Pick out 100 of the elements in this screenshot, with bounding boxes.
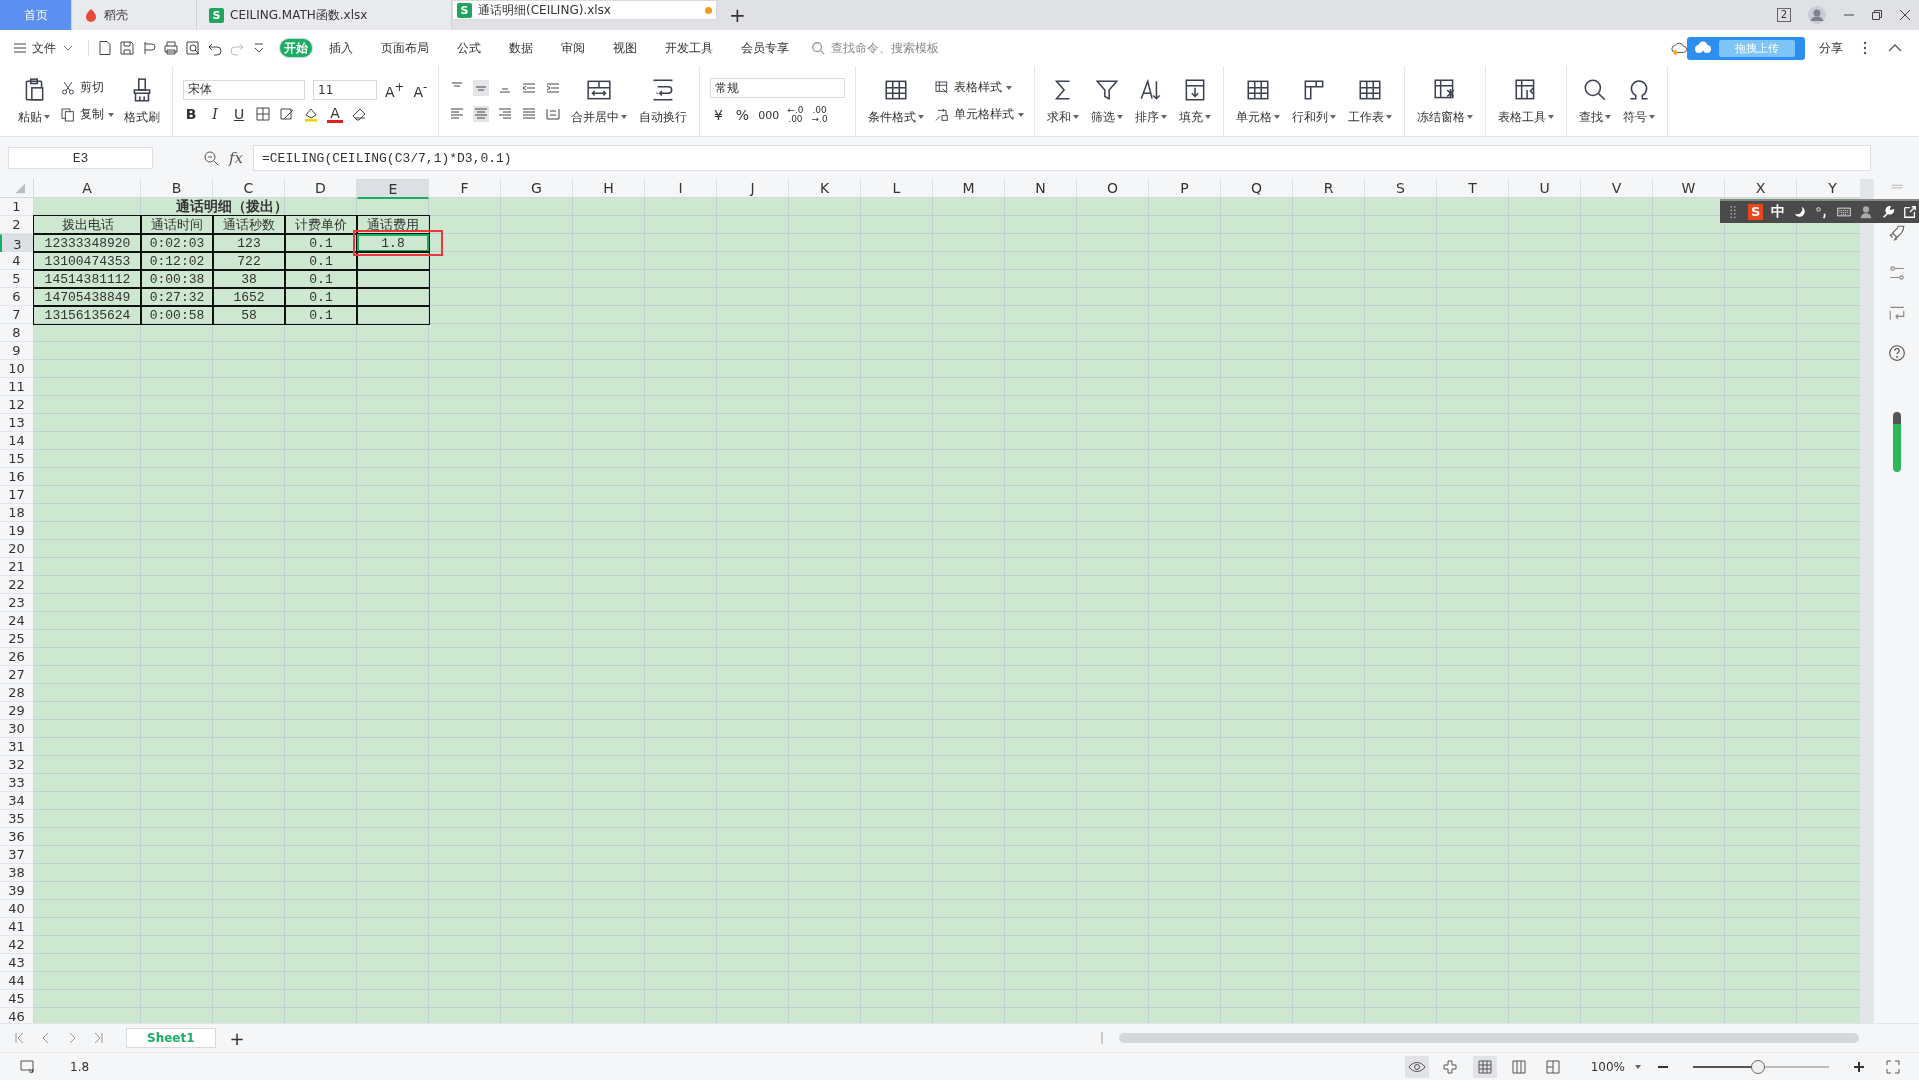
row-header[interactable]: 28 xyxy=(0,684,34,702)
row-header[interactable]: 16 xyxy=(0,468,34,486)
column-header[interactable]: S xyxy=(1365,179,1437,198)
row-header[interactable]: 2 xyxy=(0,216,34,234)
row-header[interactable]: 8 xyxy=(0,324,34,342)
column-header[interactable]: E xyxy=(357,179,429,199)
column-header[interactable]: L xyxy=(861,179,933,198)
zoom-level[interactable]: 100% xyxy=(1590,1059,1625,1074)
row-header[interactable]: 18 xyxy=(0,504,34,522)
add-sheet-button[interactable]: + xyxy=(229,1027,245,1049)
ribbon-tab[interactable]: 插入 xyxy=(317,36,365,60)
ribbon-button[interactable]: 条件格式 xyxy=(866,72,927,130)
column-header[interactable]: X xyxy=(1725,179,1797,198)
currency-button[interactable]: ¥ xyxy=(710,107,727,123)
column-header[interactable]: C xyxy=(213,179,285,198)
row-header[interactable]: 11 xyxy=(0,378,34,396)
row-header[interactable]: 32 xyxy=(0,756,34,774)
row-header[interactable]: 15 xyxy=(0,450,34,468)
row-header[interactable]: 39 xyxy=(0,882,34,900)
ribbon-tab[interactable]: 会员专享 xyxy=(729,36,801,60)
ribbon-tab[interactable]: 公式 xyxy=(445,36,493,60)
number-format-field[interactable]: 常规 xyxy=(710,78,846,98)
row-header[interactable]: 44 xyxy=(0,972,34,990)
ribbon-tab[interactable]: 审阅 xyxy=(549,36,597,60)
column-header[interactable]: T xyxy=(1437,179,1509,198)
column-header[interactable]: F xyxy=(429,179,501,198)
command-search-field[interactable]: 查找命令、搜索模板 xyxy=(811,40,983,56)
row-header[interactable]: 43 xyxy=(0,954,34,972)
column-header[interactable]: M xyxy=(933,179,1005,198)
column-header[interactable]: U xyxy=(1509,179,1581,198)
column-header[interactable]: B xyxy=(141,179,213,198)
row-header[interactable]: 4 xyxy=(0,252,34,270)
ribbon-button[interactable]: 表格工具 xyxy=(1496,72,1557,130)
row-header[interactable]: 35 xyxy=(0,810,34,828)
row-header[interactable]: 20 xyxy=(0,540,34,558)
clipboard-button[interactable]: 复制 xyxy=(60,106,114,123)
file-menu[interactable]: 文件 xyxy=(12,39,76,57)
shrink-font-button[interactable]: A$^{-}$ xyxy=(412,79,429,100)
column-header[interactable]: D xyxy=(285,179,357,198)
document-tab[interactable]: 稻壳 xyxy=(72,0,197,30)
grow-font-button[interactable]: A$^{+}$ xyxy=(385,79,405,100)
add-decimal-button[interactable]: ←.0 .00 xyxy=(787,106,804,124)
ribbon-button[interactable]: 符号 xyxy=(1621,72,1658,130)
thousands-button[interactable]: 000 xyxy=(758,108,780,122)
ribbon-button[interactable]: 排序 xyxy=(1133,72,1170,130)
row-header[interactable]: 22 xyxy=(0,576,34,594)
row-header[interactable]: 29 xyxy=(0,702,34,720)
new-tab-button[interactable]: + xyxy=(717,0,758,30)
column-header[interactable]: H xyxy=(573,179,645,198)
row-header[interactable]: 38 xyxy=(0,864,34,882)
percent-button[interactable]: % xyxy=(734,107,751,123)
column-header[interactable]: P xyxy=(1149,179,1221,198)
format-painter-button[interactable]: 格式刷 xyxy=(122,72,162,130)
ribbon-tab[interactable]: 数据 xyxy=(497,36,545,60)
underline-button[interactable]: U xyxy=(231,106,247,122)
italic-button[interactable]: I xyxy=(207,106,223,122)
ribbon-button[interactable]: 填充 xyxy=(1177,72,1214,130)
bold-button[interactable]: B xyxy=(183,106,199,122)
row-header[interactable]: 26 xyxy=(0,648,34,666)
row-header[interactable]: 14 xyxy=(0,432,34,450)
row-header[interactable]: 13 xyxy=(0,414,34,432)
ribbon-button[interactable]: 单元格 xyxy=(1234,72,1283,130)
row-header[interactable]: 1 xyxy=(0,198,34,216)
function-label[interactable]: fx xyxy=(229,149,243,167)
row-header[interactable]: 31 xyxy=(0,738,34,756)
row-header[interactable]: 19 xyxy=(0,522,34,540)
ribbon-button[interactable]: 筛选 xyxy=(1089,72,1126,130)
row-header[interactable]: 33 xyxy=(0,774,34,792)
row-header[interactable]: 17 xyxy=(0,486,34,504)
name-box[interactable]: E3 xyxy=(8,147,153,169)
row-header[interactable]: 30 xyxy=(0,720,34,738)
row-header[interactable]: 42 xyxy=(0,936,34,954)
column-header[interactable]: O xyxy=(1077,179,1149,198)
row-header[interactable]: 21 xyxy=(0,558,34,576)
font-name-field[interactable]: 宋体 xyxy=(183,79,305,100)
ribbon-tab[interactable]: 视图 xyxy=(601,36,649,60)
row-header[interactable]: 24 xyxy=(0,612,34,630)
ribbon-button[interactable]: 表格样式 xyxy=(934,79,1025,96)
ribbon-tab[interactable]: 开发工具 xyxy=(653,36,725,60)
ribbon-button[interactable]: 单元格样式 xyxy=(934,106,1025,123)
ribbon-button[interactable]: 工作表 xyxy=(1346,72,1395,130)
row-header[interactable]: 46 xyxy=(0,1008,34,1023)
row-header[interactable]: 7 xyxy=(0,306,34,324)
row-header[interactable]: 12 xyxy=(0,396,34,414)
ribbon-button[interactable]: 合并居中 xyxy=(569,72,630,130)
document-tab[interactable]: S 通话明细(CEILING).xlsx xyxy=(452,0,717,20)
remove-decimal-button[interactable]: .00 →.0 xyxy=(811,106,828,124)
row-header[interactable]: 25 xyxy=(0,630,34,648)
ribbon-button[interactable]: 行和列 xyxy=(1290,72,1339,130)
formula-field[interactable]: =CEILING(CEILING(C3/7,1)*D3,0.1) xyxy=(253,145,1871,171)
row-header[interactable]: 6 xyxy=(0,288,34,306)
document-tab[interactable]: S CEILING.MATH函数.xlsx xyxy=(197,0,452,30)
column-header[interactable]: R xyxy=(1293,179,1365,198)
font-color-button[interactable]: A xyxy=(327,105,343,123)
ime-mode[interactable]: 中 xyxy=(1771,203,1786,221)
row-header[interactable]: 45 xyxy=(0,990,34,1008)
ribbon-button[interactable]: 求和 xyxy=(1045,72,1082,130)
paste-button[interactable]: 粘贴 xyxy=(16,72,52,130)
row-header[interactable]: 27 xyxy=(0,666,34,684)
column-header[interactable]: V xyxy=(1581,179,1653,198)
